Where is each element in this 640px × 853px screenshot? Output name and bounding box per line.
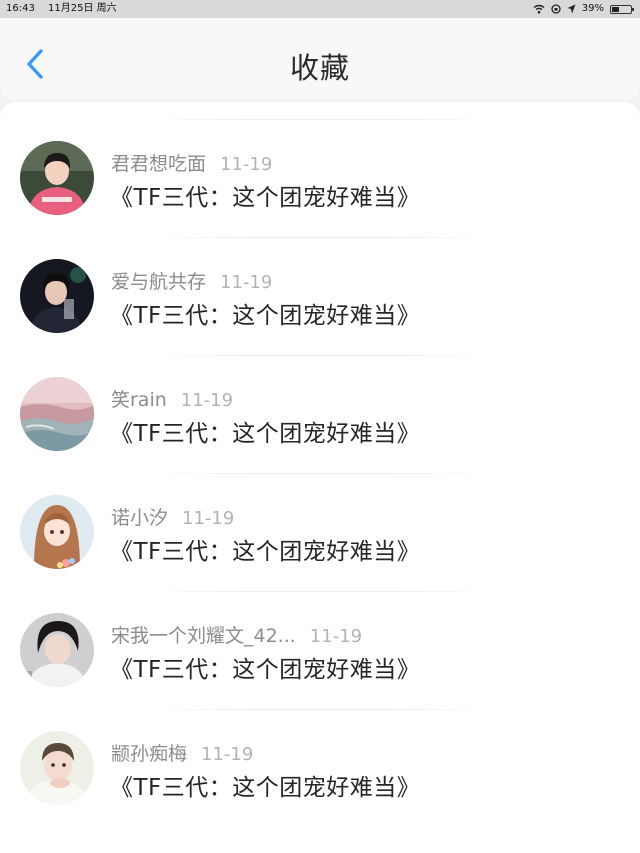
book-title[interactable]: 《TF三代：这个团宠好难当》	[110, 414, 420, 448]
divider	[150, 119, 490, 120]
username[interactable]: 爱与航共存	[111, 271, 206, 293]
favorite-item[interactable]: 宋我一个刘耀文_42... 11-19 《TF三代：这个团宠好难当》	[0, 574, 640, 692]
divider	[150, 355, 490, 356]
date: 11-19	[309, 626, 363, 647]
username[interactable]: 宋我一个刘耀文_42...	[111, 625, 296, 647]
divider	[150, 591, 490, 592]
book-title[interactable]: 《TF三代：这个团宠好难当》	[110, 650, 420, 684]
book-title[interactable]: 《TF三代：这个团宠好难当》	[110, 296, 420, 330]
location-icon	[567, 4, 576, 14]
avatar[interactable]	[20, 377, 94, 451]
avatar[interactable]	[20, 141, 94, 215]
favorites-list: 君君想吃面 11-19 《TF三代：这个团宠好难当》 爱与航共存 11-19 《TF…	[0, 102, 640, 853]
divider	[150, 709, 490, 710]
book-title[interactable]: 《TF三代：这个团宠好难当》	[110, 178, 420, 212]
avatar[interactable]	[20, 731, 94, 805]
wifi-icon	[533, 4, 545, 14]
book-title[interactable]: 《TF三代：这个团宠好难当》	[110, 768, 420, 802]
date: 11-19	[220, 154, 273, 175]
username[interactable]: 颛孙痴梅	[111, 743, 187, 765]
favorite-item[interactable]: 颛孙痴梅 11-19 《TF三代：这个团宠好难当》	[0, 692, 640, 810]
username[interactable]: 君君想吃面	[111, 153, 206, 175]
date: 11-19	[180, 390, 234, 411]
page-title: 收藏	[289, 51, 350, 85]
status-date: 11月25日 周六	[48, 3, 117, 14]
date: 11-19	[220, 272, 273, 293]
date: 11-19	[201, 744, 254, 765]
avatar[interactable]	[20, 259, 94, 333]
battery-icon	[610, 4, 634, 14]
status-bar: 16:43 11月25日 周六 39%	[0, 0, 640, 18]
divider	[150, 237, 490, 238]
orientation-lock-icon	[551, 4, 561, 14]
favorite-item[interactable]: 诺小汐 11-19 《TF三代：这个团宠好难当》	[0, 456, 640, 574]
book-title[interactable]: 《TF三代：这个团宠好难当》	[110, 532, 420, 566]
navigation-bar: 收藏	[0, 18, 640, 100]
battery-level	[612, 6, 620, 12]
username[interactable]: 笑rain	[111, 389, 167, 411]
item-meta: 诺小汐 11-19	[111, 503, 234, 530]
date: 11-19	[182, 508, 235, 529]
status-time: 16:43	[6, 3, 35, 14]
username[interactable]: 诺小汐	[111, 507, 168, 529]
item-meta: 爱与航共存 11-19	[111, 267, 272, 294]
item-meta: 笑rain 11-19	[111, 385, 233, 412]
avatar[interactable]	[20, 495, 94, 569]
divider	[150, 473, 490, 474]
item-meta: 颛孙痴梅 11-19	[111, 739, 253, 766]
avatar[interactable]	[20, 613, 94, 687]
favorite-item[interactable]: 笑rain 11-19 《TF三代：这个团宠好难当》	[0, 338, 640, 456]
item-meta: 君君想吃面 11-19	[111, 149, 272, 176]
favorite-item[interactable]: 君君想吃面 11-19 《TF三代：这个团宠好难当》	[0, 102, 640, 220]
item-meta: 宋我一个刘耀文_42... 11-19	[111, 621, 362, 648]
status-left: 16:43 11月25日 周六	[6, 0, 127, 18]
favorite-item[interactable]: 爱与航共存 11-19 《TF三代：这个团宠好难当》	[0, 220, 640, 338]
status-right: 39%	[533, 0, 634, 18]
battery-percent: 39%	[581, 3, 604, 14]
